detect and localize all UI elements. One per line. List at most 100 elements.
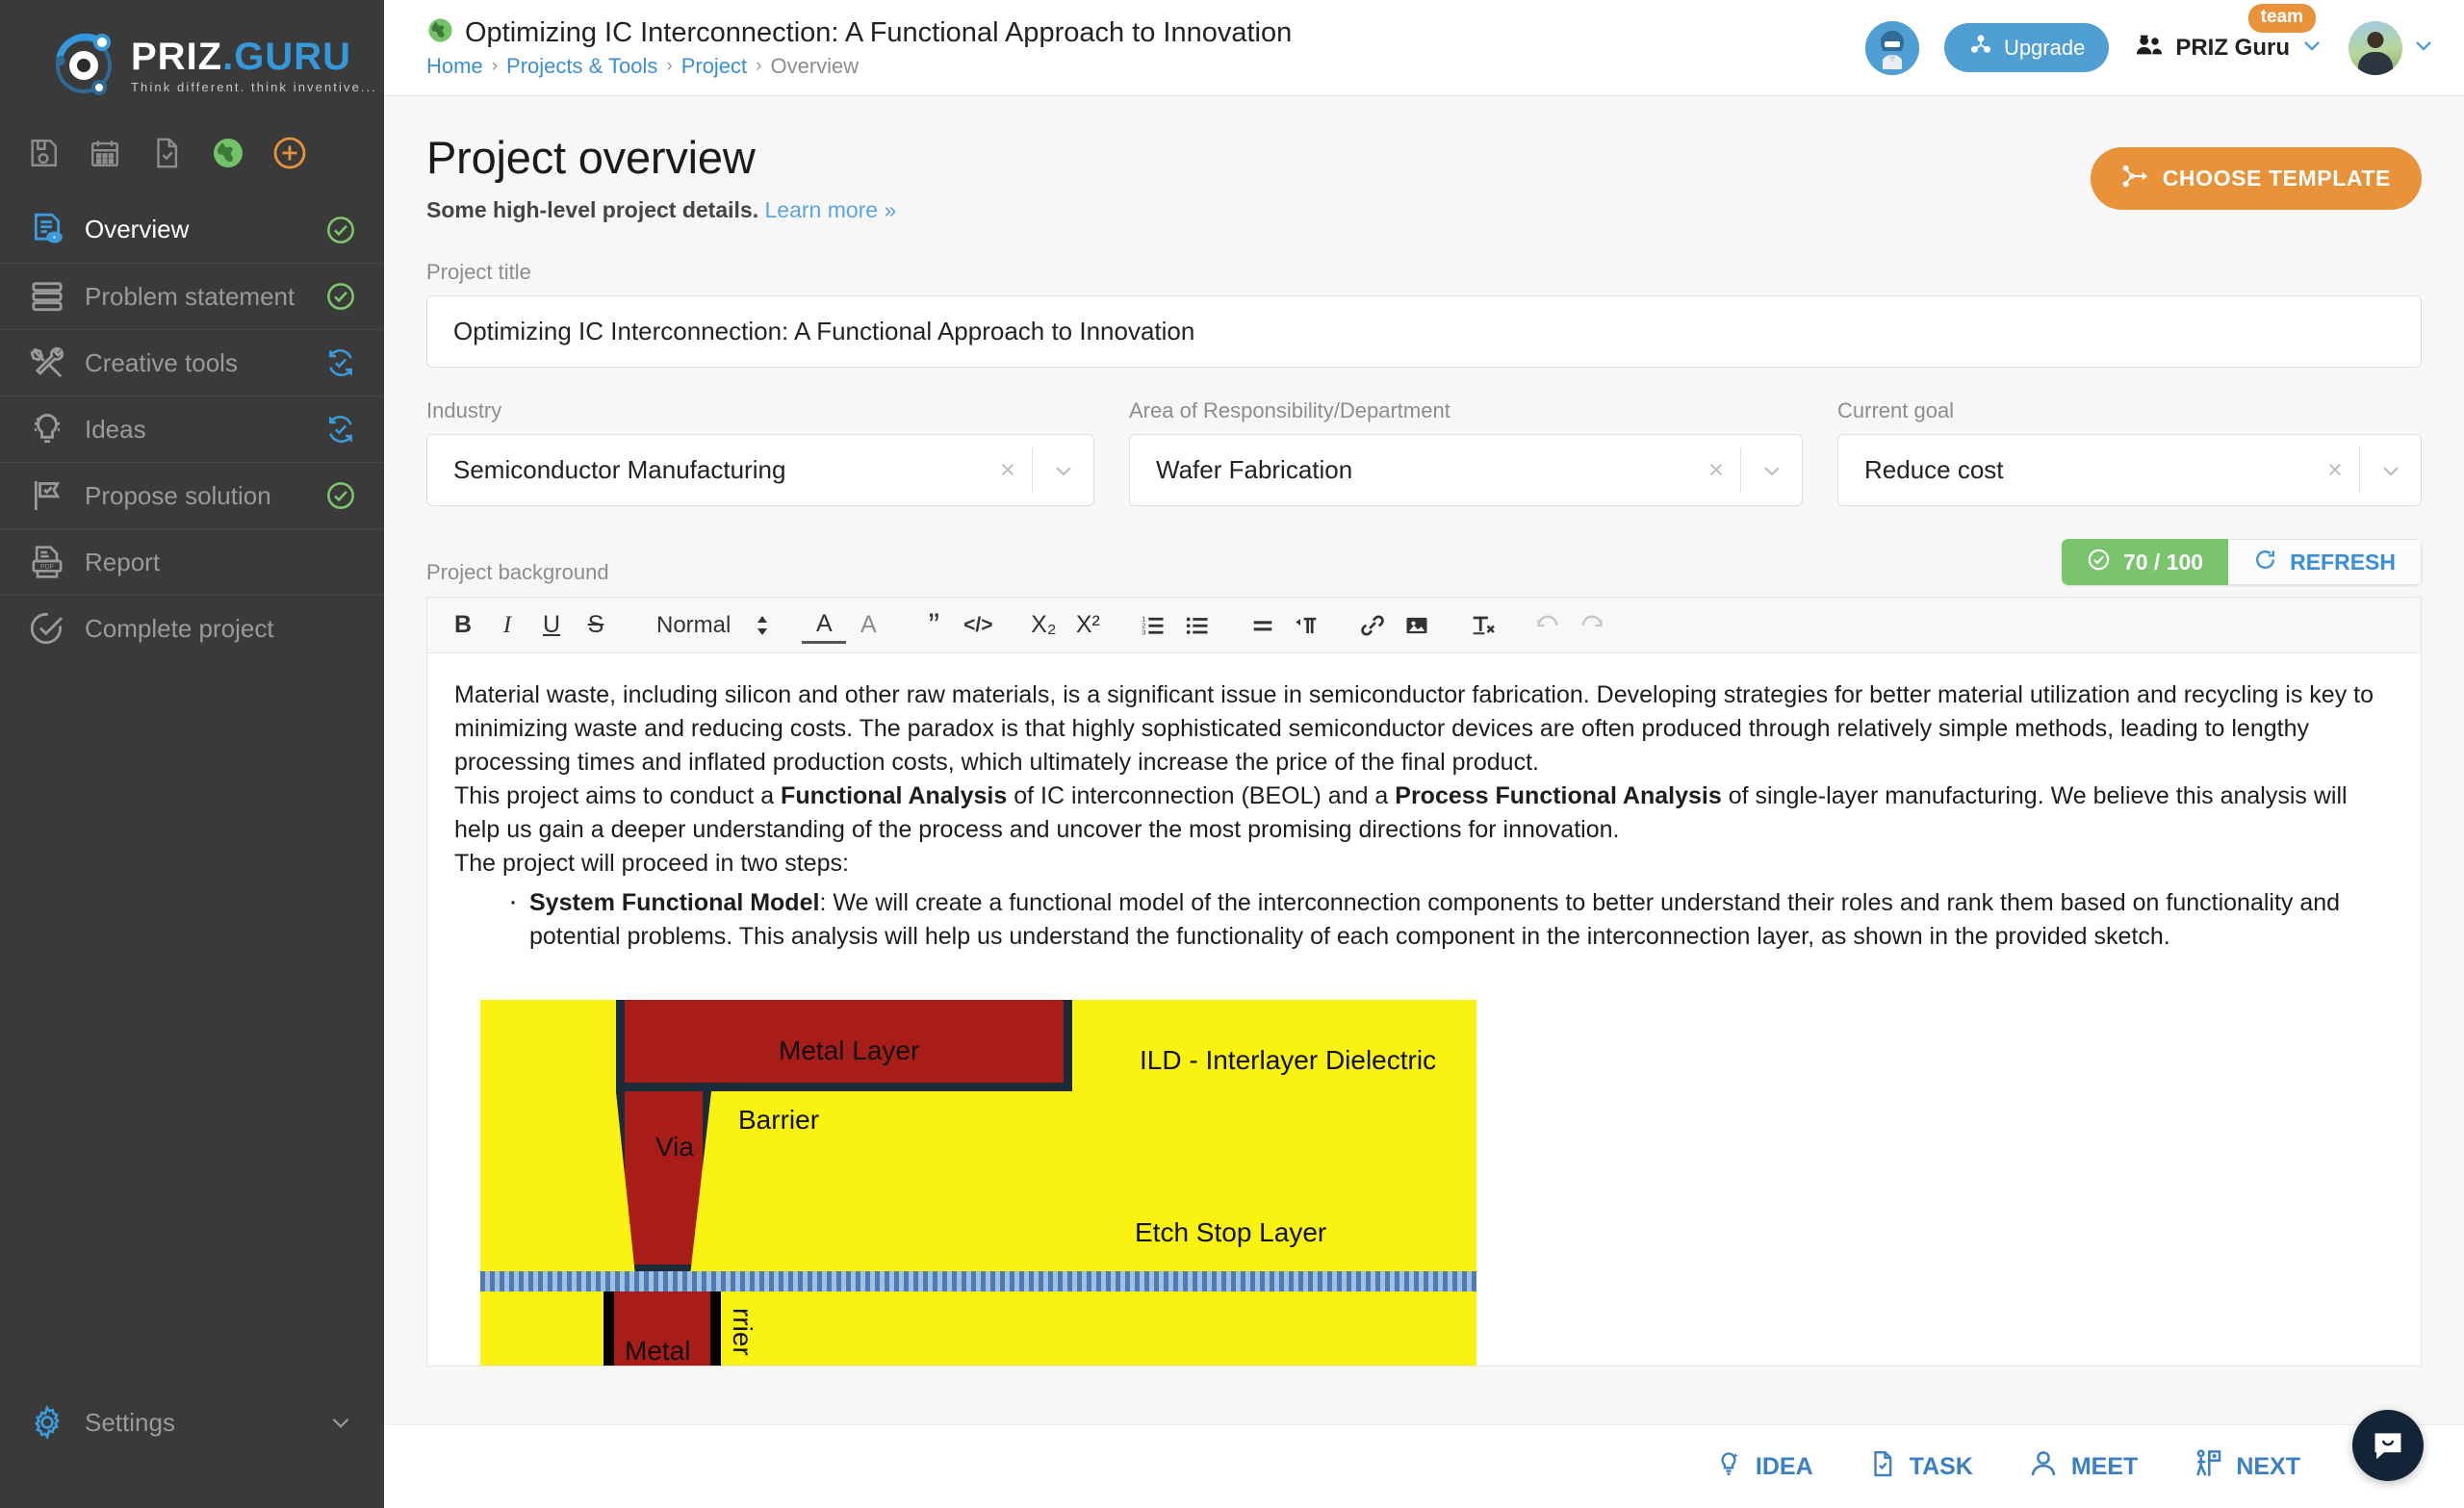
document-check-icon[interactable] xyxy=(148,135,185,171)
sidebar-item-report[interactable]: PDF Report xyxy=(0,528,384,595)
sidebar-item-complete-project[interactable]: Complete project xyxy=(0,595,384,661)
heading-select[interactable]: Normal xyxy=(639,612,781,639)
chevron-down-icon[interactable] xyxy=(1033,459,1093,482)
sidebar-item-settings[interactable]: Settings xyxy=(0,1393,384,1452)
split-arrow-icon xyxy=(2121,163,2148,195)
sidebar-nav: Overview Problem statement Creative tool… xyxy=(0,196,384,661)
brand-name-secondary: .GURU xyxy=(222,35,352,78)
ordered-list-icon[interactable]: 1 2 3 xyxy=(1131,603,1175,648)
breadcrumb-project[interactable]: Project xyxy=(681,54,747,79)
p2-bold-functional-analysis: Functional Analysis xyxy=(781,782,1008,809)
add-circle-icon[interactable] xyxy=(271,135,308,171)
superscript-icon[interactable]: X² xyxy=(1065,603,1110,648)
background-paragraph-3: The project will proceed in two steps: xyxy=(454,850,849,877)
italic-icon[interactable]: I xyxy=(485,603,529,648)
chevron-down-icon[interactable] xyxy=(2360,459,2421,482)
chevron-down-icon[interactable] xyxy=(324,1410,357,1435)
refresh-button[interactable]: REFRESH xyxy=(2228,539,2422,585)
sidebar-item-label: Overview xyxy=(85,215,190,243)
brand-name-primary: PRIZ xyxy=(131,35,223,78)
clear-format-icon[interactable] xyxy=(1460,603,1504,648)
breadcrumb-home[interactable]: Home xyxy=(426,54,483,79)
bullet-list-icon[interactable] xyxy=(1175,603,1219,648)
priz-orbit-logo-icon xyxy=(46,25,121,105)
image-icon[interactable] xyxy=(1395,603,1439,648)
upgrade-button[interactable]: Upgrade xyxy=(1943,23,2110,72)
page-subtitle-text: Some high-level project details. xyxy=(426,197,759,222)
chevron-down-icon[interactable] xyxy=(2300,34,2323,62)
chevron-down-icon[interactable] xyxy=(2412,34,2435,62)
sidebar-item-ideas[interactable]: Ideas xyxy=(0,396,384,462)
underline-icon[interactable]: U xyxy=(529,603,574,648)
sketch-label-etch-stop: Etch Stop Layer xyxy=(1135,1217,1327,1247)
next-flag-icon xyxy=(2193,1448,2223,1486)
sidebar-item-overview[interactable]: Overview xyxy=(0,196,384,263)
status-in-progress-icon xyxy=(324,347,357,378)
clear-icon[interactable]: × xyxy=(984,455,1032,485)
svg-text:PDF: PDF xyxy=(40,564,54,571)
background-bullet-list: System Functional Model: We will create … xyxy=(454,882,2394,954)
avatar[interactable] xyxy=(2348,20,2402,75)
assistant-avatar[interactable] xyxy=(1864,20,1919,75)
sketch-label-barrier-top: Barrier xyxy=(738,1105,820,1135)
undo-icon[interactable] xyxy=(1526,603,1570,648)
calendar-icon[interactable] xyxy=(87,135,123,171)
idea-button[interactable]: IDEA xyxy=(1714,1449,1813,1485)
globe-icon[interactable] xyxy=(210,135,246,171)
refresh-icon xyxy=(2253,548,2277,577)
redo-icon[interactable] xyxy=(1570,603,1614,648)
idea-bulb-icon xyxy=(1714,1449,1743,1485)
clear-icon[interactable]: × xyxy=(1692,455,1740,485)
choose-template-button[interactable]: CHOOSE TEMPLATE xyxy=(2090,147,2422,210)
link-icon[interactable] xyxy=(1350,603,1395,648)
project-background-editor[interactable]: Material waste, including silicon and ot… xyxy=(426,652,2422,1367)
lightbulb-icon xyxy=(25,410,69,448)
document-eye-icon xyxy=(25,211,69,249)
quick-actions xyxy=(0,114,384,196)
align-icon[interactable] xyxy=(1241,603,1285,648)
text-direction-icon[interactable] xyxy=(1285,603,1329,648)
meet-button[interactable]: MEET xyxy=(2028,1448,2138,1486)
bold-icon[interactable]: B xyxy=(441,603,485,648)
gear-icon xyxy=(25,1404,69,1441)
sidebar-item-creative-tools[interactable]: Creative tools xyxy=(0,329,384,396)
team-name: PRIZ Guru xyxy=(2175,34,2290,61)
blockquote-icon[interactable]: ” xyxy=(911,603,956,648)
strikethrough-icon[interactable]: S xyxy=(574,603,618,648)
sidebar-item-propose-solution[interactable]: Propose solution xyxy=(0,462,384,528)
save-icon[interactable] xyxy=(25,135,62,171)
refresh-label: REFRESH xyxy=(2290,549,2396,575)
background-color-icon[interactable]: A xyxy=(846,603,890,648)
current-goal-select[interactable]: Reduce cost × xyxy=(1837,434,2422,506)
sidebar-item-label: Propose solution xyxy=(85,480,271,510)
person-icon xyxy=(2028,1448,2059,1486)
p2-part-c: of IC interconnection (BEOL) and a xyxy=(1007,782,1396,809)
brand-logo[interactable]: PRIZ.GURU Think different. think inventi… xyxy=(0,0,384,114)
breadcrumb-separator: › xyxy=(756,56,762,76)
task-button[interactable]: TASK xyxy=(1868,1449,1973,1485)
area-of-responsibility-select[interactable]: Wafer Fabrication × xyxy=(1129,434,1803,506)
industry-select[interactable]: Semiconductor Manufacturing × xyxy=(426,434,1094,506)
chat-bubble-icon[interactable] xyxy=(2352,1410,2424,1481)
font-color-icon[interactable]: A xyxy=(802,607,847,644)
subscript-icon[interactable]: X₂ xyxy=(1021,603,1065,648)
check-circle-icon xyxy=(2087,548,2111,577)
sketch-label-metal-layer: Metal Layer xyxy=(779,1035,920,1065)
clear-icon[interactable]: × xyxy=(2311,455,2359,485)
next-label: NEXT xyxy=(2236,1452,2300,1480)
area-of-responsibility-value: Wafer Fabrication xyxy=(1156,455,1353,484)
project-background-label: Project background xyxy=(426,560,609,584)
user-menu[interactable] xyxy=(2348,20,2435,75)
chevron-down-icon[interactable] xyxy=(1741,459,1802,482)
next-button[interactable]: NEXT xyxy=(2193,1448,2300,1486)
learn-more-link[interactable]: Learn more » xyxy=(764,197,896,222)
team-selector[interactable]: PRIZ Guru team xyxy=(2134,4,2323,65)
heading-select-value: Normal xyxy=(656,611,732,638)
sidebar-item-problem-statement[interactable]: Problem statement xyxy=(0,263,384,329)
sketch-label-ild: ILD - Interlayer Dielectric xyxy=(1140,1045,1437,1075)
sidebar-item-label: Complete project xyxy=(85,613,274,643)
project-title-input[interactable] xyxy=(426,295,2422,368)
breadcrumb-projects-tools[interactable]: Projects & Tools xyxy=(506,54,657,79)
meta-selects-row: Industry Semiconductor Manufacturing × A… xyxy=(426,398,2422,506)
code-block-icon[interactable]: </> xyxy=(956,603,1000,648)
